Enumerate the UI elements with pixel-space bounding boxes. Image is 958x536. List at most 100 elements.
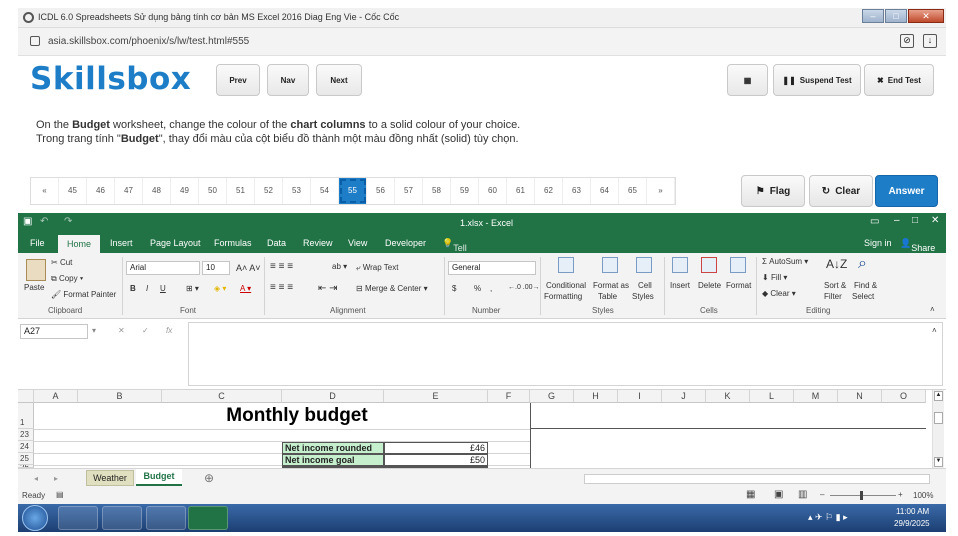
scroll-thumb[interactable] xyxy=(934,412,943,424)
page-64-button[interactable]: 64 xyxy=(591,178,619,204)
zoom-level[interactable]: 100% xyxy=(913,491,933,500)
app-taskbar-icon[interactable] xyxy=(102,506,142,530)
page-60-button[interactable]: 60 xyxy=(479,178,507,204)
format-cells-button[interactable]: Format xyxy=(726,281,751,290)
grow-font-button[interactable]: A˄ A˅ xyxy=(236,263,261,273)
answer-button[interactable]: Answer xyxy=(875,175,938,207)
start-button[interactable] xyxy=(22,505,48,531)
column-header[interactable]: J xyxy=(662,390,706,403)
end-test-button[interactable]: ✖ End Test xyxy=(864,64,934,96)
tab-home[interactable]: Home xyxy=(58,235,100,253)
tray-icons[interactable]: ▴ ✈ ⚐ ▮ ▸ xyxy=(808,512,848,523)
comma-button[interactable]: , xyxy=(490,284,492,293)
worksheet-grid[interactable]: A B C D E F G H I J K L M N O 1 23 24 25… xyxy=(18,390,946,468)
column-header[interactable]: D xyxy=(282,390,384,403)
page-50-button[interactable]: 50 xyxy=(199,178,227,204)
sheet-scroll-right-icon[interactable]: ▸ xyxy=(54,474,58,483)
share-button[interactable]: 👤 Share xyxy=(900,238,935,253)
shield-icon[interactable]: ⊘ xyxy=(900,34,914,48)
zoom-slider[interactable] xyxy=(830,495,896,496)
excel-maximize-button[interactable]: □ xyxy=(912,215,918,226)
sheet-tab-weather[interactable]: Weather xyxy=(86,470,134,486)
close-window-button[interactable]: ✕ xyxy=(908,9,944,23)
column-header[interactable]: K xyxy=(706,390,750,403)
currency-button[interactable]: $ xyxy=(452,284,456,293)
column-header[interactable]: B xyxy=(78,390,162,403)
calculator-button[interactable]: ▦ xyxy=(727,64,768,96)
page-51-button[interactable]: 51 xyxy=(227,178,255,204)
tab-developer[interactable]: Developer xyxy=(385,238,426,248)
page-break-view-icon[interactable]: ▥ xyxy=(798,489,807,500)
page-53-button[interactable]: 53 xyxy=(283,178,311,204)
page-47-button[interactable]: 47 xyxy=(115,178,143,204)
coccoc-taskbar-icon[interactable] xyxy=(146,506,186,530)
font-size-select[interactable]: 10 xyxy=(202,261,230,275)
page-58-button[interactable]: 58 xyxy=(423,178,451,204)
sheet-title-cell[interactable]: Monthly budget xyxy=(162,405,432,427)
tab-data[interactable]: Data xyxy=(267,238,286,248)
sheet-scroll-left-icon[interactable]: ◂ xyxy=(34,474,38,483)
page-62-button[interactable]: 62 xyxy=(535,178,563,204)
scroll-up-icon[interactable]: ▲ xyxy=(934,391,943,401)
format-painter-button[interactable]: 🖌 Format Painter xyxy=(51,290,116,299)
page-57-button[interactable]: 57 xyxy=(395,178,423,204)
prev-button[interactable]: Prev xyxy=(216,64,260,96)
page-59-button[interactable]: 59 xyxy=(451,178,479,204)
column-header[interactable]: F xyxy=(488,390,530,403)
fill-color-button[interactable]: ◈ ▾ xyxy=(214,284,226,293)
tab-view[interactable]: View xyxy=(348,238,367,248)
orientation-button[interactable]: ab ▾ xyxy=(332,262,347,271)
insert-cells-button[interactable]: Insert xyxy=(670,281,690,290)
cell-e25[interactable]: £50 xyxy=(384,454,488,466)
tab-insert[interactable]: Insert xyxy=(110,238,133,248)
save-icon[interactable]: ▣ xyxy=(23,216,32,227)
cut-button[interactable]: ✂ Cut xyxy=(51,258,72,267)
page-56-button[interactable]: 56 xyxy=(367,178,395,204)
percent-button[interactable]: % xyxy=(474,284,481,293)
merge-center-button[interactable]: ⊟ Merge & Center ▾ xyxy=(356,284,428,293)
pager-prev-button[interactable]: « xyxy=(31,178,59,204)
sheet-tab-budget[interactable]: Budget xyxy=(136,469,182,486)
page-49-button[interactable]: 49 xyxy=(171,178,199,204)
number-format-select[interactable]: General xyxy=(448,261,536,275)
nav-button[interactable]: Nav xyxy=(267,64,309,96)
flag-button[interactable]: ⚑ Flag xyxy=(741,175,805,207)
excel-minimize-button[interactable]: – xyxy=(894,215,900,226)
page-55-button[interactable]: 55 xyxy=(339,178,367,204)
clear-format-button[interactable]: ◆ Clear ▾ xyxy=(762,289,796,298)
cell-e24[interactable]: £46 xyxy=(384,442,488,454)
page-48-button[interactable]: 48 xyxy=(143,178,171,204)
fill-button[interactable]: ⬇ Fill ▾ xyxy=(762,273,787,282)
select-all-corner[interactable] xyxy=(18,390,34,403)
sort-filter-line2[interactable]: Filter xyxy=(824,292,842,301)
explorer-taskbar-icon[interactable] xyxy=(58,506,98,530)
excel-close-button[interactable]: ✕ xyxy=(931,215,939,226)
delete-cells-button[interactable]: Delete xyxy=(698,281,721,290)
formula-input[interactable] xyxy=(188,322,943,386)
decimal-buttons[interactable]: ←.0 .00→ xyxy=(508,284,540,291)
pager-next-button[interactable]: » xyxy=(647,178,675,204)
normal-view-icon[interactable]: ▦ xyxy=(746,489,755,500)
download-icon[interactable]: ↓ xyxy=(923,34,937,48)
redo-icon[interactable]: ↷ xyxy=(64,216,72,227)
scroll-down-icon[interactable]: ▼ xyxy=(934,457,943,467)
column-header[interactable]: M xyxy=(794,390,838,403)
page-45-button[interactable]: 45 xyxy=(59,178,87,204)
suspend-test-button[interactable]: ❚❚ Suspend Test xyxy=(773,64,861,96)
column-header[interactable]: H xyxy=(574,390,618,403)
maximize-button[interactable]: □ xyxy=(885,9,907,23)
column-header[interactable]: N xyxy=(838,390,882,403)
tab-review[interactable]: Review xyxy=(303,238,333,248)
conditional-formatting-line1[interactable]: Conditional xyxy=(546,281,586,290)
format-as-table-line2[interactable]: Table xyxy=(598,292,617,301)
column-header[interactable]: C xyxy=(162,390,282,403)
column-header[interactable]: L xyxy=(750,390,794,403)
next-button[interactable]: Next xyxy=(316,64,362,96)
font-name-select[interactable]: Arial xyxy=(126,261,200,275)
align-left-button[interactable]: ≡ ≡ ≡ xyxy=(270,282,293,293)
cell-d25[interactable]: Net income goal xyxy=(282,454,384,466)
clock-time[interactable]: 11:00 AM xyxy=(896,507,929,516)
paste-icon[interactable] xyxy=(26,259,46,281)
tab-page-layout[interactable]: Page Layout xyxy=(150,238,201,248)
page-65-button[interactable]: 65 xyxy=(619,178,647,204)
